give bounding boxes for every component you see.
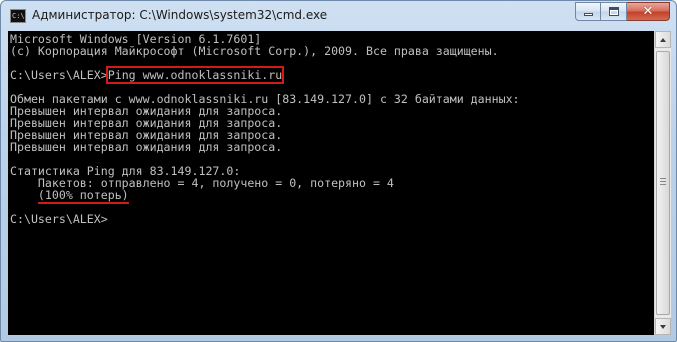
prompt: C:\Users\ALEX> — [10, 68, 108, 82]
vertical-scrollbar[interactable] — [654, 31, 671, 335]
loss-underline-highlight: (100% потерь) — [37, 188, 129, 204]
loss-indent — [10, 188, 38, 202]
console-line-loss: (100% потерь) — [10, 188, 129, 204]
console-line-copyright: (c) Корпорация Майкрософт (Microsoft Cor… — [10, 44, 499, 58]
console-line-timeout: Превышен интервал ожидания для запроса. — [10, 140, 283, 154]
grip-icon — [660, 178, 666, 186]
minimize-button[interactable] — [575, 2, 601, 21]
console-line-command: C:\Users\ALEX>Ping www.odnoklassniki.ru — [10, 66, 285, 84]
cmd-icon[interactable]: C:\ — [10, 9, 26, 23]
console-output[interactable]: Microsoft Windows [Version 6.1.7601] (c)… — [8, 31, 654, 335]
close-icon: ✕ — [642, 4, 654, 19]
title-bar[interactable]: C:\ Администратор: C:\Windows\system32\c… — [1, 1, 676, 31]
scroll-down-button[interactable] — [655, 318, 671, 335]
window-title: Администратор: C:\Windows\system32\cmd.e… — [32, 8, 328, 22]
close-button[interactable]: ✕ — [627, 2, 670, 21]
ping-command-highlight: Ping www.odnoklassniki.ru — [105, 66, 285, 84]
maximize-icon — [609, 7, 619, 16]
scroll-up-button[interactable] — [655, 31, 671, 48]
maximize-button[interactable] — [601, 2, 627, 21]
window-controls: ✕ — [575, 2, 670, 21]
cmd-icon-text: C:\ — [12, 12, 25, 20]
scroll-thumb[interactable] — [656, 51, 670, 315]
arrow-up-icon — [660, 38, 666, 42]
cmd-window: C:\ Администратор: C:\Windows\system32\c… — [0, 0, 677, 342]
arrow-down-icon — [660, 325, 666, 329]
console-line-prompt: C:\Users\ALEX> — [10, 212, 108, 226]
minimize-icon — [584, 13, 593, 16]
